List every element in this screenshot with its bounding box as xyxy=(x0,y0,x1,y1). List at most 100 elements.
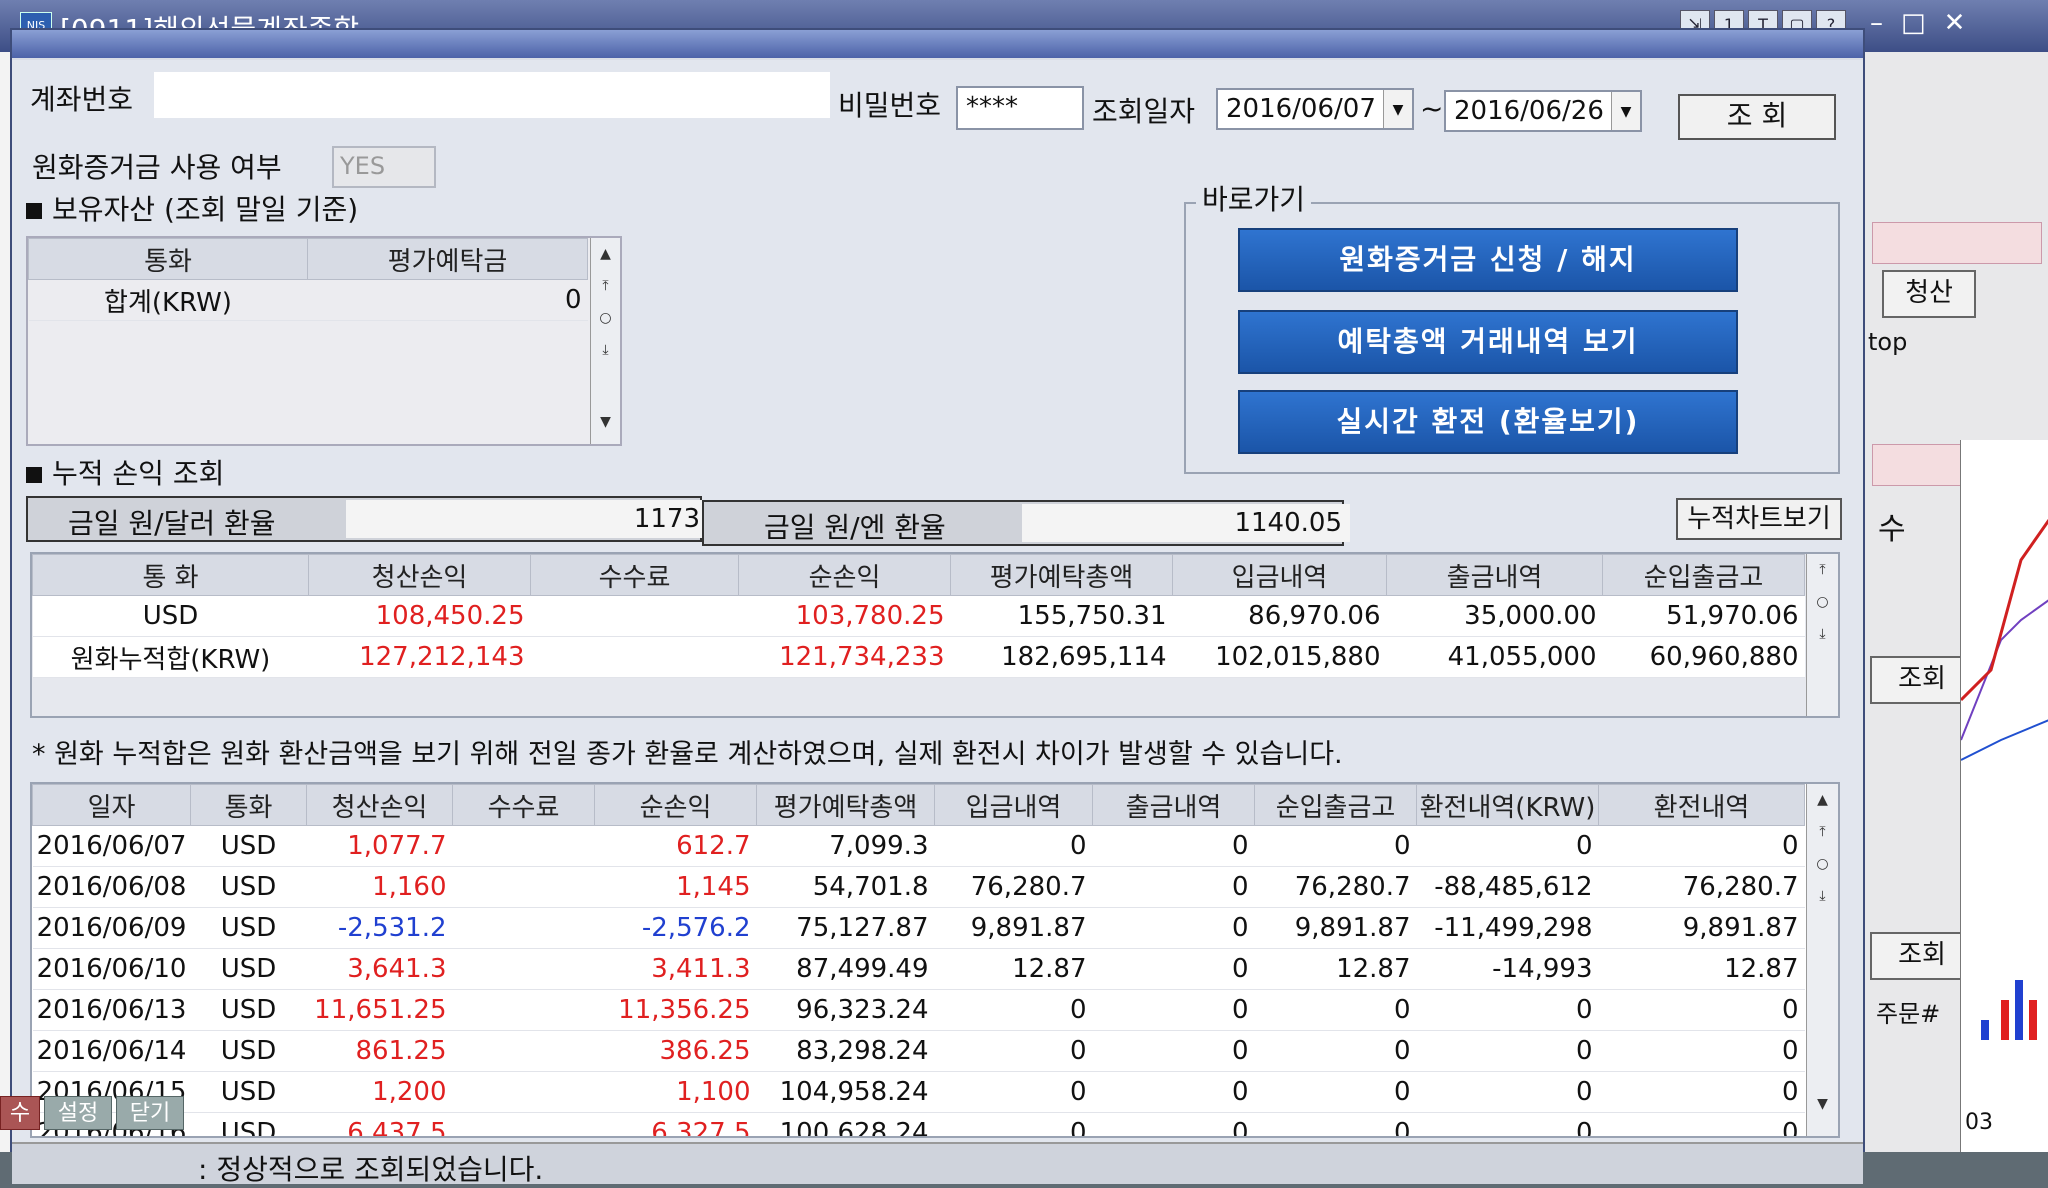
chevron-down-icon[interactable]: ▼ xyxy=(1611,92,1640,130)
scroll-top-icon[interactable]: ⤒ xyxy=(591,270,620,302)
table-cell: 6,437.5 xyxy=(306,1112,453,1136)
table-cell: 0 xyxy=(1092,989,1255,1031)
table-cell: 0 xyxy=(1092,1030,1255,1072)
deposit-history-button[interactable]: 예탁총액 거래내역 보기 xyxy=(1238,310,1738,374)
account-summary-window: ⇲ 1 T ▢ ? – □ ✕ 계좌번호 비밀번호 **** 조회일자 2016… xyxy=(10,28,1865,1186)
scroll-reset-icon[interactable]: ○ xyxy=(1807,848,1838,880)
close-icon[interactable]: ✕ xyxy=(1944,8,1966,38)
scroll-bottom-icon[interactable]: ⤓ xyxy=(1807,880,1838,912)
daily-scrollbar[interactable]: ▲ ⤒ ○ ⤓ ▼ xyxy=(1806,784,1838,1136)
cumulative-title-text: 누적 손익 조회 xyxy=(52,457,225,490)
jpy-rate-box: 금일 원/엔 환율 1140.05 xyxy=(702,500,1350,546)
table-cell: 76,280.7 xyxy=(1598,866,1805,908)
scroll-down-icon[interactable]: ▼ xyxy=(591,406,620,438)
query-date-label: 조회일자 xyxy=(1092,95,1196,128)
cumulative-chart-button[interactable]: 누적차트보기 xyxy=(1676,498,1842,540)
assets-header-currency: 통화 xyxy=(28,238,308,280)
date-to-combo[interactable]: 2016/06/26 ▼ xyxy=(1444,90,1642,132)
column-header: 환전내역(KRW) xyxy=(1416,784,1599,826)
close-tab[interactable]: 닫기 xyxy=(116,1096,184,1130)
table-cell: 102,015,880 xyxy=(1172,636,1387,678)
chevron-down-icon[interactable]: ▼ xyxy=(1383,90,1412,128)
table-cell: 0 xyxy=(934,825,1093,867)
table-cell: 0 xyxy=(1092,1112,1255,1136)
assets-title-text: 보유자산 (조회 말일 기준) xyxy=(52,193,359,226)
background-query-button[interactable]: 조회 xyxy=(1870,656,1974,704)
table-cell: -2,531.2 xyxy=(306,907,453,949)
query-button[interactable]: 조 회 xyxy=(1678,94,1836,140)
maximize-icon[interactable]: □ xyxy=(1901,8,1926,38)
table-cell: 96,323.24 xyxy=(756,989,935,1031)
table-cell: 0 xyxy=(1254,1030,1417,1072)
date-from-combo[interactable]: 2016/06/07 ▼ xyxy=(1216,88,1414,130)
table-cell: 11,651.25 xyxy=(306,989,453,1031)
table-row[interactable]: 2016/06/15 USD 1,200 1,100 104,958.24 0 0 0 0 0 xyxy=(32,1071,1805,1113)
column-header: 평가예탁총액 xyxy=(756,784,935,826)
table-cell: 0 xyxy=(1254,825,1417,867)
table-cell: 1,100 xyxy=(594,1071,757,1113)
table-cell: -14,993 xyxy=(1416,948,1599,990)
table-cell: USD xyxy=(190,989,307,1031)
table-row[interactable]: 원화누적합(KRW) 127,212,143 121,734,233 182,695,… xyxy=(32,636,1805,678)
table-cell: 87,499.49 xyxy=(756,948,935,990)
table-cell: 60,960,880 xyxy=(1602,636,1805,678)
date-range-separator: ~ xyxy=(1420,92,1444,125)
table-row[interactable]: 2016/06/08 USD 1,160 1,145 54,701.8 76,280.7 0… xyxy=(32,866,1805,908)
table-cell: 103,780.25 xyxy=(738,595,951,637)
redacted-fee-cell xyxy=(530,636,739,678)
realtime-exchange-button[interactable]: 실시간 환전 (환율보기) xyxy=(1238,390,1738,454)
liquidate-button[interactable]: 청산 xyxy=(1882,270,1976,318)
cumulative-scrollbar[interactable]: ⤒ ○ ⤓ xyxy=(1806,554,1838,716)
table-cell: 0 xyxy=(934,989,1093,1031)
scroll-top-icon[interactable]: ⤒ xyxy=(1807,816,1838,848)
table-cell: 12.87 xyxy=(1254,948,1417,990)
redacted-fee-cell xyxy=(452,948,595,990)
table-cell: 0 xyxy=(934,1030,1093,1072)
password-field[interactable]: **** xyxy=(956,86,1084,130)
table-cell: USD xyxy=(190,1071,307,1113)
minimize-icon[interactable]: – xyxy=(1870,8,1883,38)
table-row[interactable]: 2016/06/07 USD 1,077.7 612.7 7,099.3 0 0 0 0 0 xyxy=(32,825,1805,867)
table-cell: 0 xyxy=(1416,1112,1599,1136)
scroll-reset-icon[interactable]: ○ xyxy=(591,302,620,334)
background-text-top: top xyxy=(1868,328,1908,356)
scroll-top-icon[interactable]: ⤒ xyxy=(1807,554,1838,586)
table-cell: 0 xyxy=(1416,1071,1599,1113)
table-row[interactable]: 2016/06/14 USD 861.25 386.25 83,298.24 0 0 0 0 0 xyxy=(32,1030,1805,1072)
table-row[interactable]: 2016/06/16USD6,437.56,327.5100,628.24000… xyxy=(32,1112,1805,1136)
scroll-bottom-icon[interactable]: ⤓ xyxy=(1807,618,1838,650)
redacted-fee-cell xyxy=(452,1030,595,1072)
settings-tab[interactable]: 설정 xyxy=(44,1096,112,1130)
assets-scrollbar[interactable]: ▲ ⤒ ○ ⤓ ▼ xyxy=(590,238,620,444)
background-tab-su[interactable]: 수 xyxy=(0,1096,40,1130)
order-number-label: 주문# xyxy=(1876,1000,1941,1028)
table-cell: 1,077.7 xyxy=(306,825,453,867)
scroll-reset-icon[interactable]: ○ xyxy=(1807,586,1838,618)
background-text-su: 수 xyxy=(1878,512,1906,547)
background-query-button[interactable]: 조회 xyxy=(1870,932,1974,980)
table-cell: 0 xyxy=(934,1112,1093,1136)
column-header: 환전내역 xyxy=(1598,784,1805,826)
table-row[interactable]: 합계(KRW) 0 xyxy=(28,279,588,321)
assets-header-deposit: 평가예탁금 xyxy=(307,238,588,280)
redacted-fee-cell xyxy=(452,866,595,908)
table-cell: 41,055,000 xyxy=(1386,636,1603,678)
table-cell: 3,411.3 xyxy=(594,948,757,990)
table-row[interactable]: 2016/06/09 USD -2,531.2 -2,576.2 75,127.87 9,… xyxy=(32,907,1805,949)
account-number-field[interactable] xyxy=(154,72,830,118)
table-row[interactable]: USD 108,450.25 103,780.25 155,750.31 86,970.… xyxy=(32,595,1805,637)
table-cell: 1,145 xyxy=(594,866,757,908)
table-cell: 원화누적합(KRW) xyxy=(32,636,309,678)
table-row[interactable]: 2016/06/13 USD 11,651.25 11,356.25 96,323.24… xyxy=(32,989,1805,1031)
table-cell: 0 xyxy=(1254,1071,1417,1113)
scroll-up-icon[interactable]: ▲ xyxy=(1807,784,1838,816)
scroll-down-icon[interactable]: ▼ xyxy=(1807,1088,1838,1120)
krw-margin-apply-button[interactable]: 원화증거금 신청 / 해지 xyxy=(1238,228,1738,292)
shortcut-group-title: 바로가기 xyxy=(1196,178,1312,218)
assets-cell: 0 xyxy=(307,279,588,321)
table-cell: 9,891.87 xyxy=(934,907,1093,949)
table-row[interactable]: 2016/06/10 USD 3,641.3 3,411.3 87,499.49 12.8… xyxy=(32,948,1805,990)
scroll-up-icon[interactable]: ▲ xyxy=(591,238,620,270)
scroll-bottom-icon[interactable]: ⤓ xyxy=(591,334,620,366)
table-cell: 9,891.87 xyxy=(1254,907,1417,949)
